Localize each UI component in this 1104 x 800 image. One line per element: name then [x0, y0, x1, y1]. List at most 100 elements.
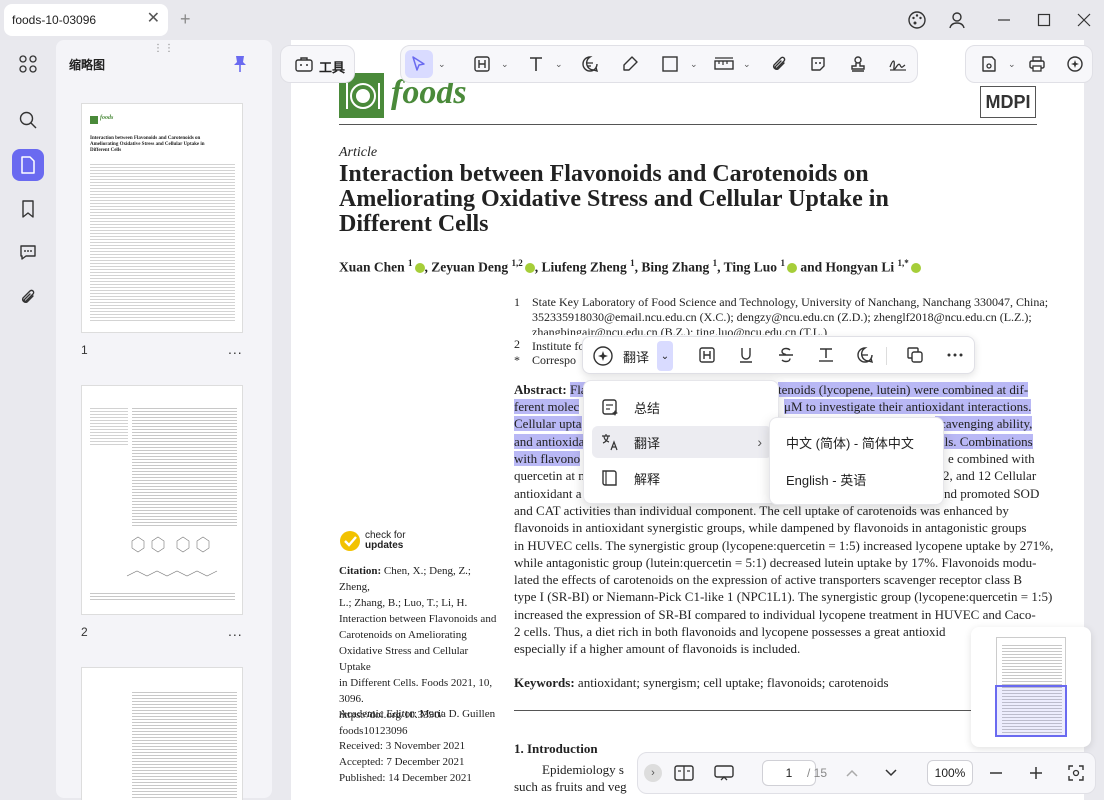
chevron-down-icon[interactable]: ⌄: [657, 341, 673, 371]
orcid-icon[interactable]: [786, 263, 797, 274]
pin-icon[interactable]: [232, 54, 248, 79]
selected-text[interactable]: ferent molec: [514, 398, 580, 415]
selected-text[interactable]: lls. Combinations: [941, 433, 1033, 450]
thumbnail-more-button[interactable]: ...: [228, 623, 243, 639]
chevron-down-icon[interactable]: ⌄: [555, 59, 563, 70]
panel-resize-handle[interactable]: ⋮⋮: [153, 43, 175, 54]
comment-tool-icon[interactable]: [576, 50, 604, 78]
apps-icon[interactable]: [12, 48, 44, 80]
palette-icon[interactable]: [907, 10, 927, 30]
maximize-icon[interactable]: [1034, 10, 1054, 30]
selected-text[interactable]: Cellular upta: [514, 415, 582, 432]
squiggly-icon[interactable]: [812, 341, 840, 369]
shape-tool-icon[interactable]: [656, 50, 684, 78]
measure-tool-icon[interactable]: [710, 50, 738, 78]
attachment-icon[interactable]: [12, 281, 44, 313]
new-tab-button[interactable]: +: [180, 9, 191, 29]
selected-text[interactable]: with flavono: [514, 450, 581, 467]
thumbnail-page-2[interactable]: [81, 385, 243, 615]
total-pages: / 15: [807, 766, 828, 780]
copy-icon[interactable]: [901, 341, 929, 369]
zoom-level-input[interactable]: 100%: [927, 760, 973, 786]
author-affiliation: 1: [408, 258, 413, 268]
add-comment-icon[interactable]: [851, 341, 879, 369]
text-box-icon[interactable]: [468, 50, 496, 78]
affiliation-number: 2: [514, 337, 520, 351]
more-options-icon[interactable]: [941, 341, 969, 369]
left-rail: [0, 40, 56, 800]
underline-icon[interactable]: [732, 341, 760, 369]
abstract-line[interactable]: Abstract: Fla: [514, 381, 587, 398]
menu-item-summarize[interactable]: 总结: [592, 391, 772, 423]
selected-text[interactable]: Cellular upta: [514, 416, 582, 431]
search-icon[interactable]: [12, 104, 44, 136]
menu-item-explain[interactable]: 解释: [592, 462, 772, 494]
thumbnail-page-3[interactable]: [81, 667, 243, 800]
thumbnail-more-button[interactable]: ...: [228, 341, 243, 357]
affiliation-line: 352335918030@email.ncu.edu.cn (X.C.); de…: [532, 310, 1032, 324]
language-option-english[interactable]: English - 英语: [776, 463, 938, 495]
stamp-icon[interactable]: [844, 50, 872, 78]
close-window-icon[interactable]: [1074, 10, 1094, 30]
orcid-icon[interactable]: [524, 263, 535, 274]
thumbnail-page-1[interactable]: foods Interaction between Flavonoids and…: [81, 103, 243, 333]
language-option-chinese[interactable]: 中文 (简体) - 简体中文: [776, 426, 938, 458]
chevron-down-icon[interactable]: ⌄: [501, 59, 509, 70]
save-icon[interactable]: [975, 50, 1003, 78]
toolbox-icon[interactable]: [290, 50, 318, 78]
selected-text[interactable]: tenoids (lycopene, lutein) were combined…: [778, 381, 1029, 398]
sticker-icon[interactable]: [804, 50, 832, 78]
chevron-down-icon[interactable]: ⌄: [743, 59, 751, 70]
page-minimap[interactable]: [971, 627, 1091, 747]
thumbnails-icon[interactable]: [12, 149, 44, 181]
menu-item-translate[interactable]: 翻译 ›: [592, 426, 772, 458]
orcid-icon[interactable]: [910, 263, 921, 274]
ai-assistant-icon[interactable]: [1061, 50, 1089, 78]
thumbnail-panel: ⋮⋮ 缩略图 foods Interaction between Flavono…: [56, 40, 272, 800]
selected-text[interactable]: μM to investigate their antioxidant inte…: [784, 399, 1032, 414]
selected-text[interactable]: ferent molec: [514, 399, 580, 414]
highlight-text-icon[interactable]: [693, 341, 721, 369]
signature-icon[interactable]: [884, 50, 912, 78]
fit-page-icon[interactable]: [1062, 759, 1090, 787]
zoom-out-icon[interactable]: [982, 759, 1010, 787]
presentation-icon[interactable]: [710, 759, 738, 787]
affiliation-number: 1: [514, 295, 520, 309]
selected-text[interactable]: scavenging ability,: [935, 416, 1033, 431]
previous-page-icon[interactable]: [838, 759, 866, 787]
check-updates-icon[interactable]: [339, 530, 361, 552]
comment-icon[interactable]: [12, 236, 44, 268]
selected-text[interactable]: scavenging ability,: [935, 415, 1033, 432]
text-tool-icon[interactable]: [522, 50, 550, 78]
abstract-line: nd promoted SOD: [944, 486, 1040, 501]
zoom-in-icon[interactable]: [1022, 759, 1050, 787]
selected-text[interactable]: lls. Combinations: [941, 434, 1033, 449]
selected-text[interactable]: tenoids (lycopene, lutein) were combined…: [778, 382, 1029, 397]
page-layout-icon[interactable]: [670, 759, 698, 787]
check-updates-label[interactable]: check for updates: [365, 531, 406, 551]
selected-text[interactable]: and antioxida: [514, 434, 585, 449]
close-tab-icon[interactable]: ✕: [147, 11, 160, 27]
selected-text[interactable]: and antioxida: [514, 433, 585, 450]
citation-link[interactable]: foods10123096: [339, 723, 499, 739]
attach-file-icon[interactable]: [765, 50, 793, 78]
document-tab[interactable]: foods-10-03096 ✕: [4, 4, 168, 36]
select-tool-icon[interactable]: [405, 50, 433, 78]
collapse-nav-icon[interactable]: ›: [644, 764, 662, 782]
account-icon[interactable]: [947, 10, 967, 30]
chevron-down-icon[interactable]: ⌄: [438, 59, 446, 70]
print-icon[interactable]: [1023, 50, 1051, 78]
strikethrough-icon[interactable]: [772, 341, 800, 369]
chevron-down-icon[interactable]: ⌄: [690, 59, 698, 70]
minimap-viewport[interactable]: [995, 685, 1067, 737]
minimize-icon[interactable]: [994, 10, 1014, 30]
tools-button[interactable]: 工具: [319, 57, 345, 76]
next-page-icon[interactable]: [877, 759, 905, 787]
highlighter-icon[interactable]: [616, 50, 644, 78]
thumb-text-block: [90, 162, 235, 322]
orcid-icon[interactable]: [414, 263, 425, 274]
selected-text[interactable]: with flavono: [514, 451, 581, 466]
bookmark-icon[interactable]: [12, 193, 44, 225]
chevron-down-icon[interactable]: ⌄: [1008, 59, 1016, 70]
selected-text[interactable]: μM to investigate their antioxidant inte…: [784, 398, 1032, 415]
